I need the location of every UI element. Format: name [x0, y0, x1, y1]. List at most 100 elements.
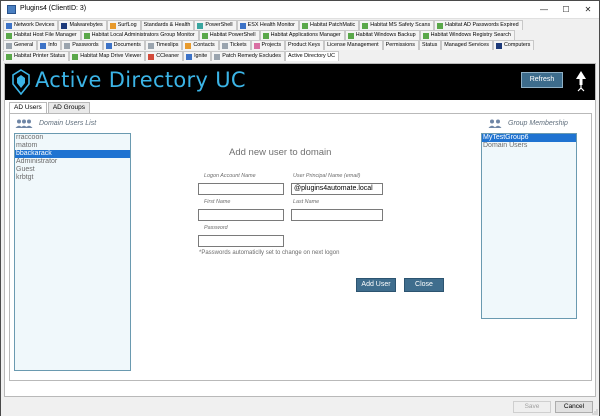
tab-label: Habitat Applications Manager — [270, 32, 341, 38]
habitat-icon — [347, 32, 354, 39]
tab-label: Patch Remedy Excludes — [222, 53, 281, 59]
tab-tickets[interactable]: Tickets — [218, 40, 251, 50]
tab-habitat-ms-safety-scans[interactable]: Habitat MS Safety Scans — [359, 20, 435, 30]
tab-habitat-applications-manager[interactable]: Habitat Applications Manager — [259, 30, 345, 40]
tab-label: Documents — [113, 42, 141, 48]
tab-habitat-host-file-manager[interactable]: Habitat Host File Manager — [3, 30, 81, 40]
tab-license-management[interactable]: License Management — [324, 40, 383, 50]
logon-account-label: Logon Account Name — [204, 173, 256, 179]
group-membership-list[interactable]: MyTestGroup6 Domain Users — [481, 133, 577, 319]
logon-account-input[interactable] — [198, 183, 284, 195]
tab-habitat-printer-status[interactable]: Habitat Printer Status — [3, 51, 70, 61]
minimize-button[interactable]: — — [533, 1, 555, 19]
tab-label: SurfLog — [117, 22, 137, 28]
projects-icon — [253, 42, 260, 49]
ccleaner-icon — [148, 53, 155, 60]
list-item[interactable]: rraccoon — [15, 134, 130, 142]
group-membership-header: Group Membership — [486, 118, 568, 128]
window-title: Plugins4 (ClientID: 3) — [20, 5, 87, 12]
tab-label: Malwarebytes — [69, 22, 103, 28]
tab-label: Standards & Health — [143, 22, 191, 28]
tab-timeslips[interactable]: Timeslips — [144, 40, 183, 50]
tab-habitat-map-drive-viewer[interactable]: Habitat Map Drive Viewer — [69, 51, 146, 61]
list-item[interactable]: Administrator — [15, 158, 130, 166]
tab-info[interactable]: Info — [37, 40, 62, 50]
tab-product-keys[interactable]: Product Keys — [285, 40, 325, 50]
close-button[interactable]: Close — [404, 278, 444, 292]
tab-malwarebytes[interactable]: Malwarebytes — [58, 20, 107, 30]
tab-computers[interactable]: Computers — [492, 40, 535, 50]
tab-label: Habitat Windows Backup — [355, 32, 416, 38]
tab-standards-health[interactable]: Standards & Health — [140, 20, 195, 30]
timeslips-icon — [147, 42, 154, 49]
tab-label: Timeslips — [155, 42, 179, 48]
tab-label: PowerShell — [205, 22, 233, 28]
tab-powershell[interactable]: PowerShell — [194, 20, 237, 30]
maximize-button[interactable]: ☐ — [555, 1, 577, 19]
tab-esx-health-monitor[interactable]: ESX Health Monitor — [236, 20, 299, 30]
tab-label: CCleaner — [156, 53, 180, 59]
tab-contacts[interactable]: Contacts — [182, 40, 219, 50]
tab-habitat-windows-backup[interactable]: Habitat Windows Backup — [344, 30, 420, 40]
tab-surflog[interactable]: SurfLog — [106, 20, 141, 30]
group-membership-title: Group Membership — [508, 119, 568, 127]
tab-habitat-ad-passwords-expired[interactable]: Habitat AD Passwords Expired — [434, 20, 523, 30]
domain-users-list[interactable]: rraccoon matom bbackarack Administrator Gues… — [14, 133, 131, 371]
tab-ignite[interactable]: Ignite — [183, 51, 212, 61]
habitat-icon — [262, 32, 269, 39]
tab-documents[interactable]: Documents — [102, 40, 145, 50]
tab-passwords[interactable]: Passwords — [61, 40, 103, 50]
esx-icon — [239, 22, 246, 29]
habitat-icon — [6, 53, 12, 60]
tab-label: Passwords — [72, 42, 99, 48]
malwarebytes-icon — [61, 22, 68, 29]
tickets-icon — [221, 42, 228, 49]
tab-network-devices[interactable]: Network Devices — [3, 20, 59, 30]
habitat-icon — [362, 22, 369, 29]
last-name-input[interactable] — [291, 209, 383, 221]
computers-icon — [495, 42, 502, 49]
resize-grip-icon[interactable] — [592, 409, 598, 415]
tab-status[interactable]: Status — [419, 40, 442, 50]
tab-label: Projects — [261, 42, 282, 48]
tab-habitat-windows-registry-search[interactable]: Habitat Windows Registry Search — [419, 30, 515, 40]
tab-label: General — [14, 42, 34, 48]
close-window-button[interactable]: ✕ — [577, 1, 599, 19]
tab-row-4: Habitat Printer Status Habitat Map Drive … — [3, 51, 340, 61]
list-item[interactable]: krbtgt — [15, 174, 130, 182]
tab-active-directory-uc[interactable]: Active Directory UC — [284, 51, 340, 61]
first-name-input[interactable] — [198, 209, 284, 221]
list-item[interactable]: matom — [15, 142, 130, 150]
add-user-form-title: Add new user to domain — [229, 147, 332, 158]
tab-managed-services[interactable]: Managed Services — [441, 40, 493, 50]
list-item[interactable]: Guest — [15, 166, 130, 174]
habitat-icon — [422, 32, 429, 39]
tab-ad-groups[interactable]: AD Groups — [47, 102, 90, 113]
tab-habitat-patchmatic[interactable]: Habitat PatchMatic — [298, 20, 360, 30]
tab-habitat-local-administrators-group-monitor[interactable]: Habitat Local Administrators Group Monit… — [80, 30, 199, 40]
habitat-icon — [437, 22, 444, 29]
tab-patch-remedy-excludes[interactable]: Patch Remedy Excludes — [211, 51, 285, 61]
list-item[interactable]: Domain Users — [482, 142, 576, 150]
user-principal-name-input[interactable]: @plugins4automate.local — [291, 183, 383, 195]
tab-label: Habitat Local Administrators Group Monit… — [91, 32, 195, 38]
tab-projects[interactable]: Projects — [250, 40, 286, 50]
tab-habitat-powershell[interactable]: Habitat PowerShell — [198, 30, 260, 40]
save-button[interactable]: Save — [513, 401, 551, 413]
tab-label: Habitat Printer Status — [14, 53, 66, 59]
title-bar: Plugins4 (ClientID: 3) — ☐ ✕ — [1, 1, 599, 19]
upload-arrow-icon[interactable] — [575, 70, 587, 92]
list-item[interactable]: bbackarack — [15, 150, 130, 158]
tab-label: Habitat Host File Manager — [14, 32, 77, 38]
password-input[interactable] — [198, 235, 284, 247]
add-user-button[interactable]: Add User — [356, 278, 396, 292]
tab-general[interactable]: General — [3, 40, 38, 50]
brand-logo-icon — [12, 69, 30, 95]
refresh-button[interactable]: Refresh — [521, 72, 563, 88]
tab-ccleaner[interactable]: CCleaner — [145, 51, 184, 61]
tab-permissions[interactable]: Permissions — [382, 40, 419, 50]
cancel-button[interactable]: Cancel — [555, 401, 593, 413]
list-item[interactable]: MyTestGroup6 — [482, 134, 576, 142]
tab-label: License Management — [327, 42, 379, 48]
tab-label: Habitat PowerShell — [209, 32, 256, 38]
